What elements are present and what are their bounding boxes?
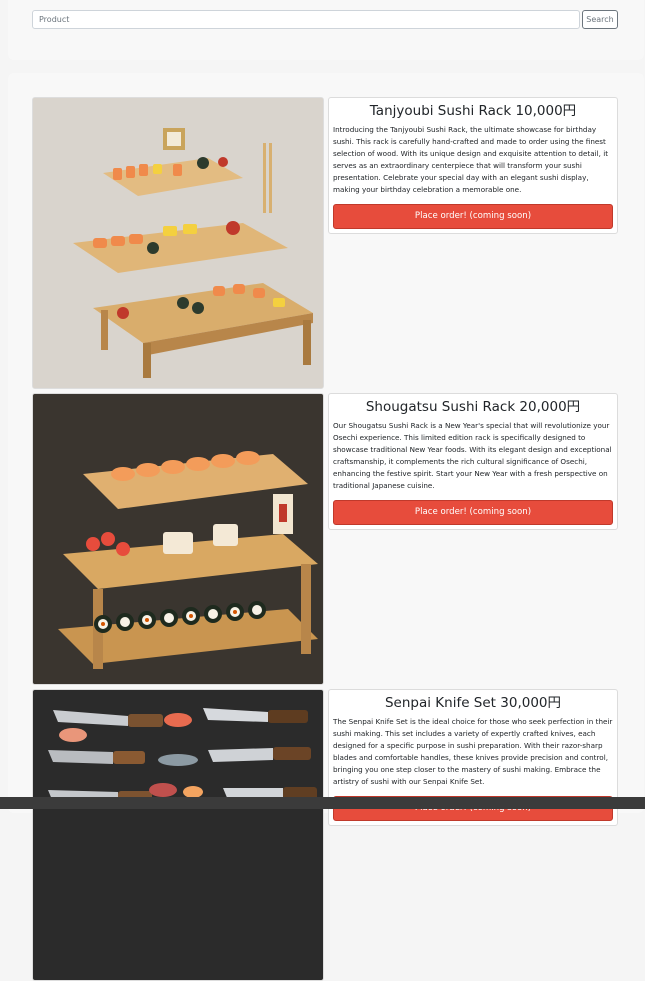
product-description: Our Shougatsu Sushi Rack is a New Year's… <box>333 421 612 490</box>
product-card: Shougatsu Sushi Rack 20,000円 Our Shougat… <box>328 393 618 530</box>
product-title: Senpai Knife Set 30,000円 <box>384 695 562 711</box>
product-image-tanjyoubi-sushi-rack <box>32 97 324 389</box>
product-image-shougatsu-sushi-rack <box>32 393 324 685</box>
product-description: The Senpai Knife Set is the ideal choice… <box>333 717 613 786</box>
product-card: Tanjyoubi Sushi Rack 10,000円 Introducing… <box>328 97 618 234</box>
place-order-button[interactable]: Place order! (coming soon) <box>333 500 613 525</box>
bottom-bar <box>0 797 645 809</box>
search-card: Product Search <box>8 0 644 60</box>
product-catalog: Tanjyoubi Sushi Rack 10,000円 Introducing… <box>8 73 644 981</box>
search-button[interactable]: Search <box>582 10 618 29</box>
product-image-senpai-knife-set <box>32 689 324 981</box>
place-order-button[interactable]: Place order! (coming soon) <box>333 204 613 229</box>
product-title: Shougatsu Sushi Rack 20,000円 <box>365 399 581 415</box>
product-title: Tanjyoubi Sushi Rack 10,000円 <box>369 103 577 119</box>
product-description: Introducing the Tanjyoubi Sushi Rack, th… <box>333 125 609 194</box>
search-input[interactable]: Product <box>32 10 580 29</box>
